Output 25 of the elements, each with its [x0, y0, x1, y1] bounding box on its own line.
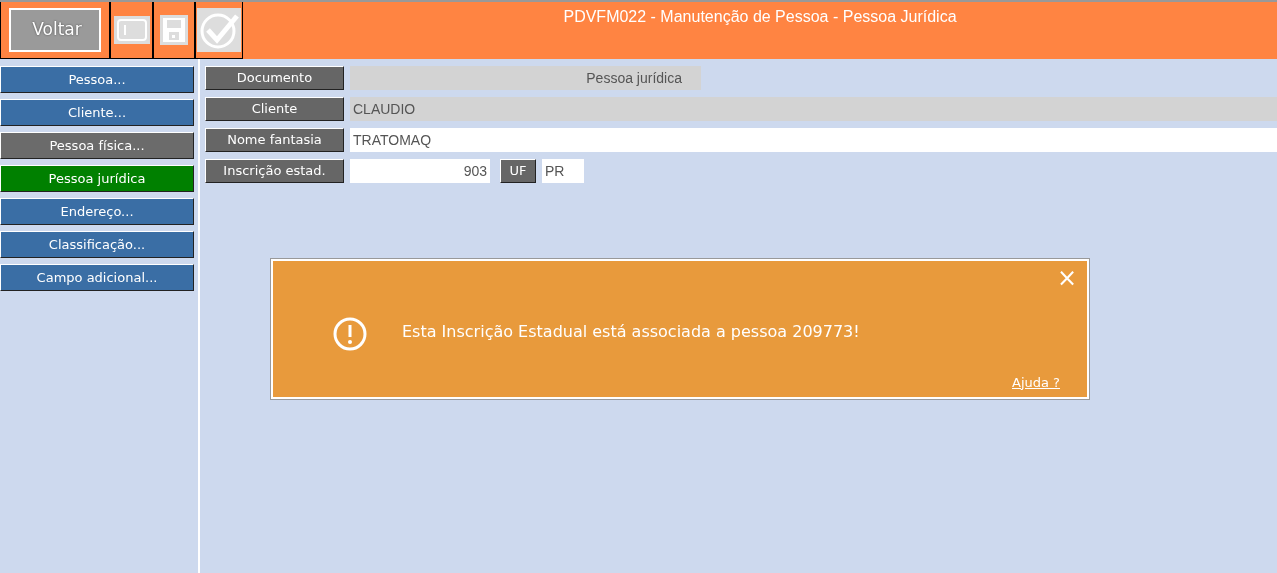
- sidebar-item[interactable]: Campo adicional...: [0, 264, 194, 291]
- sidebar-item[interactable]: Endereço...: [0, 198, 194, 225]
- sidebar-item[interactable]: Cliente...: [0, 99, 194, 126]
- field-label: Documento: [205, 66, 344, 90]
- field-label: Inscrição estad.: [205, 159, 344, 183]
- state-field[interactable]: PR: [542, 159, 584, 183]
- state-registration-field[interactable]: 903: [350, 159, 490, 183]
- trade-name-field[interactable]: TRATOMAQ: [350, 128, 1277, 152]
- alert-message: Esta Inscrição Estadual está associada a pessoa 209773!: [402, 321, 860, 343]
- sidebar-item[interactable]: Pessoa jurídica: [0, 165, 194, 192]
- exclamation-icon: [332, 316, 368, 352]
- sidebar-item[interactable]: Pessoa...: [0, 66, 194, 93]
- window-title: PDVFM022 - Manutenção de Pessoa - Pessoa Jurídica: [562, 7, 958, 27]
- document-field[interactable]: Pessoa jurídica: [350, 66, 701, 90]
- sidebar-item[interactable]: Classificação...: [0, 231, 194, 258]
- confirm-button[interactable]: [197, 8, 241, 52]
- window-button[interactable]: [113, 16, 150, 44]
- person-type-text: Pessoa jurídica: [586, 69, 682, 88]
- save-button[interactable]: [160, 15, 188, 45]
- field-label: Nome fantasia: [205, 128, 344, 152]
- field-label: Cliente: [205, 97, 344, 121]
- back-button[interactable]: Voltar: [9, 8, 101, 52]
- client-field[interactable]: CLAUDIO: [350, 97, 1277, 121]
- field-label: UF: [500, 159, 536, 183]
- window-icon: [115, 18, 148, 42]
